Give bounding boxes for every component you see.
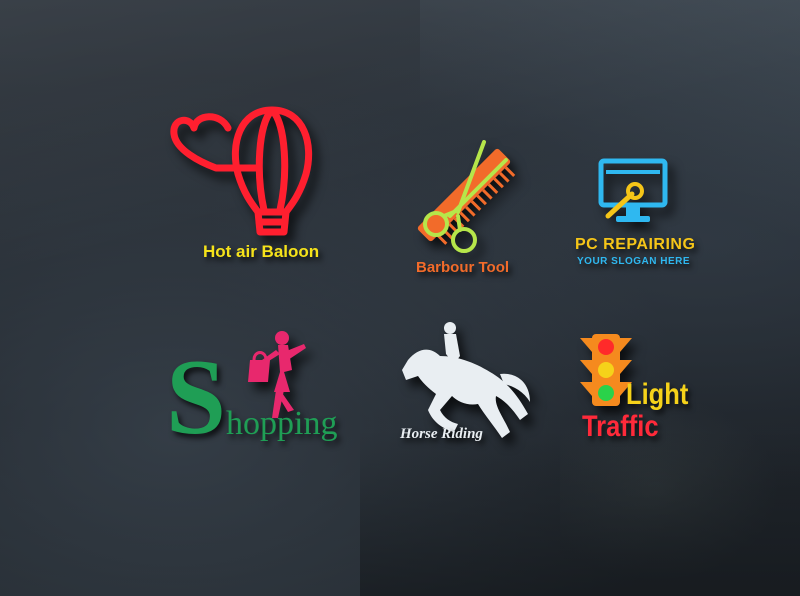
mockup-scene: Hot air Baloon Barbour Tool PC REPAIRING… bbox=[0, 0, 800, 596]
traffic-word-light: Light bbox=[626, 378, 689, 411]
traffic-light bbox=[580, 334, 632, 413]
pc-title: PC REPAIRING bbox=[575, 236, 696, 253]
barber-title: Barbour Tool bbox=[416, 259, 510, 276]
balloon-title: Hot air Baloon bbox=[203, 242, 320, 261]
floor-reflection bbox=[360, 430, 800, 596]
barber-logo bbox=[414, 140, 516, 265]
comb-scissors-icon bbox=[417, 140, 516, 253]
balloon-logo bbox=[170, 104, 320, 239]
traffic-word-traffic: Traffic bbox=[582, 410, 659, 443]
monitor-wrench-icon bbox=[598, 158, 668, 222]
pc-logo bbox=[598, 158, 668, 229]
hot-air-balloon-icon bbox=[170, 106, 313, 236]
pc-slogan: YOUR SLOGAN HERE bbox=[577, 256, 691, 267]
shopping-initial: S bbox=[166, 338, 227, 457]
horse-title: Horse Riding bbox=[400, 426, 483, 442]
shopping-rest: hopping bbox=[226, 405, 338, 442]
traffic-light-icon bbox=[580, 334, 632, 406]
